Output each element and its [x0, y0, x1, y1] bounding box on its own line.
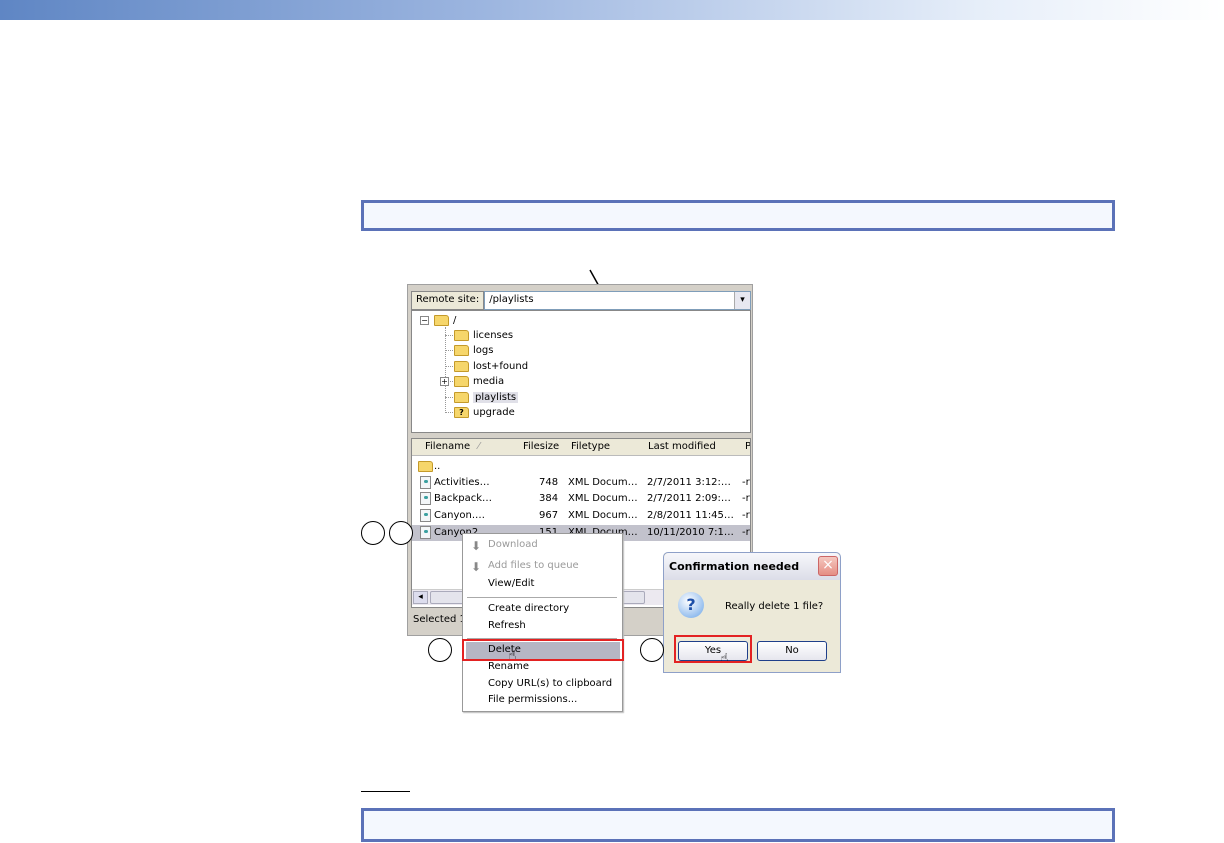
tree-item-playlists[interactable]: playlists: [454, 390, 519, 405]
callout-circle: [361, 521, 385, 545]
menu-item-download[interactable]: Download: [488, 539, 538, 550]
menu-item-view-edit[interactable]: View/Edit: [488, 578, 534, 589]
column-filetype[interactable]: Filetype: [571, 441, 610, 452]
tree-item-media[interactable]: media: [454, 374, 504, 389]
menu-separator: [467, 597, 617, 598]
folder-icon: [418, 461, 433, 472]
remote-site-input[interactable]: /playlists ▾: [484, 291, 751, 310]
folder-icon: [454, 392, 469, 403]
folder-icon: [454, 345, 469, 356]
remote-site-row: Remote site: /playlists ▾: [411, 291, 751, 310]
chevron-down-icon[interactable]: ▾: [734, 292, 750, 309]
remote-site-value: /playlists: [489, 294, 534, 305]
file-perm: -r: [742, 527, 750, 538]
dialog-message: Really delete 1 file?: [725, 601, 824, 612]
note-box: [361, 200, 1115, 231]
highlight-box: [674, 635, 752, 663]
menu-item-add-to-queue[interactable]: Add files to queue: [488, 560, 579, 571]
tree-line: [445, 327, 446, 411]
tree-label: playlists: [473, 392, 519, 403]
tree-item-logs[interactable]: logs: [454, 343, 493, 358]
file-perm: -r: [742, 493, 750, 504]
file-name: Activities…: [434, 477, 490, 488]
file-modified: 10/11/2010 7:1…: [647, 527, 734, 538]
file-perm: -r: [742, 477, 750, 488]
tree-item-root[interactable]: /: [434, 313, 456, 328]
tree-label: lost+found: [473, 361, 529, 372]
xml-file-icon: [420, 526, 431, 539]
page-header-bar: [0, 0, 1224, 20]
divider-rule: [361, 791, 410, 792]
highlight-box: [462, 639, 624, 661]
callout-circle: [640, 638, 664, 662]
folder-icon: [454, 376, 469, 387]
no-button[interactable]: No: [757, 641, 827, 661]
expand-icon[interactable]: +: [440, 377, 449, 386]
column-last-modified[interactable]: Last modified: [648, 441, 716, 452]
table-row[interactable]: Canyon.… 967 XML Docum… 2/8/2011 11:45… -r: [412, 508, 750, 524]
xml-file-icon: [420, 509, 431, 522]
file-name: ..: [434, 461, 441, 472]
callout-circle: [428, 638, 452, 662]
tree-item-licenses[interactable]: licenses: [454, 328, 513, 343]
scroll-left-icon[interactable]: ◂: [413, 591, 428, 604]
column-filename[interactable]: Filename: [425, 441, 470, 452]
close-icon[interactable]: ×: [818, 556, 838, 576]
question-icon: ?: [678, 592, 704, 618]
menu-item-file-permissions[interactable]: File permissions...: [488, 694, 577, 705]
directory-tree: − / licenses logs lost+found + media pla…: [411, 310, 751, 433]
tree-label: logs: [473, 345, 494, 356]
tree-item-upgrade[interactable]: ? upgrade: [454, 405, 515, 420]
dialog-title: Confirmation needed: [664, 553, 840, 580]
column-filesize[interactable]: Filesize: [523, 441, 559, 452]
file-name: Canyon.…: [434, 510, 486, 521]
file-size: 748: [539, 477, 559, 488]
folder-icon: [434, 315, 449, 326]
list-header: Filename ⁄ Filesize Filetype Last modifie…: [412, 439, 750, 456]
menu-item-copy-url[interactable]: Copy URL(s) to clipboard: [488, 678, 612, 689]
list-row-parent[interactable]: ..: [412, 459, 750, 475]
tree-label: /: [453, 315, 457, 326]
note-box: [361, 808, 1115, 842]
xml-file-icon: [420, 492, 431, 505]
table-row[interactable]: Backpack… 384 XML Docum… 2/7/2011 2:09:… -r: [412, 491, 750, 507]
folder-icon: [454, 361, 469, 372]
file-type: XML Docum…: [568, 477, 638, 488]
tree-item-lost-found[interactable]: lost+found: [454, 359, 528, 374]
download-icon: ⬇: [471, 539, 482, 553]
file-modified: 2/7/2011 3:12:…: [647, 477, 731, 488]
file-perm: -r: [742, 510, 750, 521]
folder-icon: [454, 330, 469, 341]
file-size: 967: [539, 510, 559, 521]
context-menu: ⬇ Download ⬇ Add files to queue View/Edi…: [462, 533, 623, 712]
column-permissions[interactable]: P: [745, 441, 750, 452]
file-size: 384: [539, 493, 559, 504]
tree-label: licenses: [473, 330, 514, 341]
callout-circle: [389, 521, 413, 545]
menu-item-create-directory[interactable]: Create directory: [488, 603, 569, 614]
menu-item-refresh[interactable]: Refresh: [488, 620, 526, 631]
add-to-queue-icon: ⬇: [471, 560, 482, 574]
tree-label: media: [473, 376, 505, 387]
file-modified: 2/8/2011 11:45…: [647, 510, 734, 521]
xml-file-icon: [420, 476, 431, 489]
file-type: XML Docum…: [568, 493, 638, 504]
file-modified: 2/7/2011 2:09:…: [647, 493, 731, 504]
file-name: Backpack…: [434, 493, 493, 504]
table-row[interactable]: Activities… 748 XML Docum… 2/7/2011 3:12:… -…: [412, 475, 750, 491]
tree-label: upgrade: [473, 407, 515, 418]
file-type: XML Docum…: [568, 510, 638, 521]
remote-site-label: Remote site:: [411, 291, 485, 310]
folder-unknown-icon: ?: [454, 407, 469, 418]
collapse-icon[interactable]: −: [420, 316, 429, 325]
